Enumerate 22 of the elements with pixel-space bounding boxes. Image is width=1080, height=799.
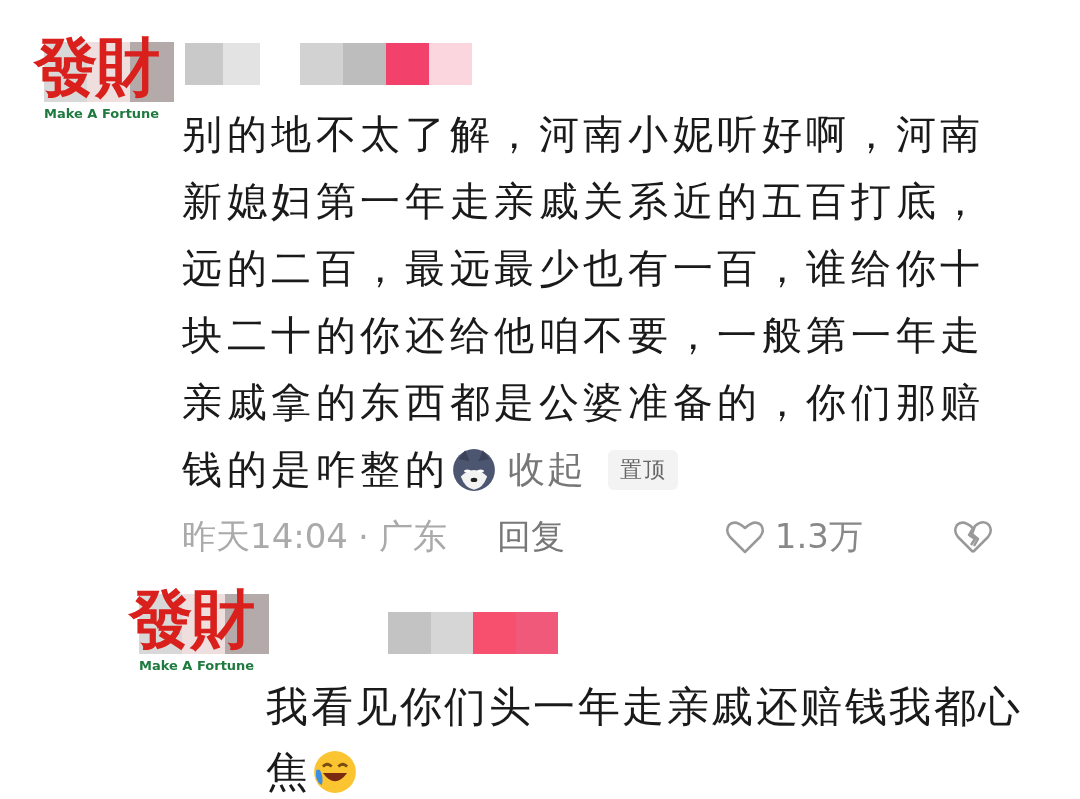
comment-line: 焦 — [266, 746, 311, 798]
separator-dot: · — [358, 516, 369, 557]
reply-button[interactable]: 回复 — [496, 513, 565, 560]
comment-line: 亲戚拿的东西都是公婆准备的，你们那赔 — [182, 378, 985, 427]
collapse-link[interactable]: 收起 — [507, 436, 586, 503]
avatar-subtitle: Make A Fortune — [139, 658, 255, 674]
heart-icon[interactable] — [724, 518, 765, 555]
laughing-emoji-icon — [312, 749, 357, 794]
comment-line: 我看见你们头一年走亲戚还赔钱我都心 — [266, 681, 1023, 733]
husky-emoji-icon — [451, 447, 496, 492]
comment-line: 块二十的你还给他咱不要，一般第一年走 — [182, 311, 985, 360]
comment-line: 钱的是咋整的 — [182, 445, 450, 494]
comment-time: 昨天14:04 — [182, 514, 348, 558]
comment-line: 远的二百，最远最少也有一百，谁给你十 — [182, 244, 985, 293]
avatar-title: 發財 — [129, 582, 253, 656]
avatar-subtitle: Make A Fortune — [44, 106, 160, 122]
comment-location: 广东 — [378, 514, 447, 558]
broken-heart-icon[interactable] — [952, 518, 993, 555]
comment-line: 新媳妇第一年走亲戚关系近的五百打底， — [182, 177, 985, 226]
avatar-title: 發財 — [34, 30, 158, 104]
pinned-badge: 置顶 — [607, 449, 678, 490]
like-count: 1.3万 — [774, 514, 863, 558]
